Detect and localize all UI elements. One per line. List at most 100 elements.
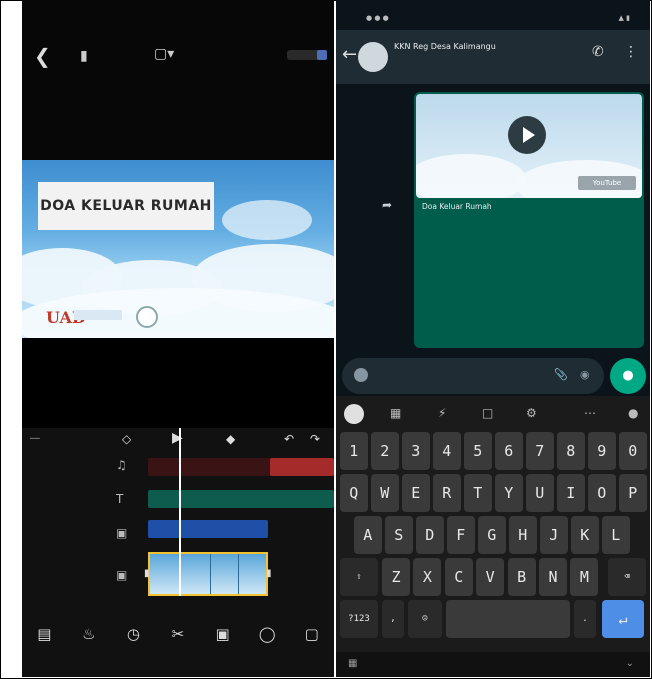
- key-v[interactable]: V: [476, 558, 505, 596]
- symbols-key[interactable]: ?123: [340, 600, 378, 638]
- key-r[interactable]: R: [433, 474, 461, 512]
- status-left: ● ● ●: [366, 14, 389, 22]
- keyframe-icon[interactable]: ◇: [122, 432, 131, 446]
- key-i[interactable]: I: [557, 474, 585, 512]
- tool-button[interactable]: ♨: [69, 624, 109, 644]
- aspect-ratio-icon[interactable]: ▢▾: [154, 46, 174, 62]
- key-y[interactable]: Y: [495, 474, 523, 512]
- emoji-icon[interactable]: [354, 368, 368, 382]
- back-arrow-icon[interactable]: ←: [342, 44, 357, 65]
- link-title[interactable]: Doa Keluar Rumah: [422, 202, 492, 211]
- forward-icon[interactable]: ➦: [382, 198, 392, 212]
- delete-icon: ▢: [304, 625, 319, 643]
- redo-icon[interactable]: ↷: [310, 432, 320, 446]
- back-icon[interactable]: ❮: [34, 44, 51, 68]
- key-9[interactable]: 9: [588, 432, 616, 470]
- youtube-badge: YouTube: [578, 176, 636, 190]
- key-1[interactable]: 1: [340, 432, 368, 470]
- key-d[interactable]: D: [416, 516, 444, 554]
- key-l[interactable]: L: [602, 516, 630, 554]
- audio-clip[interactable]: [270, 458, 334, 476]
- key-k[interactable]: K: [571, 516, 599, 554]
- key-5[interactable]: 5: [464, 432, 492, 470]
- backspace-key[interactable]: ⌫: [608, 558, 646, 596]
- add-call-icon[interactable]: ✆: [592, 44, 604, 60]
- paperclip-icon[interactable]: 📎: [554, 368, 568, 381]
- key-m[interactable]: M: [570, 558, 599, 596]
- key-p[interactable]: P: [619, 474, 647, 512]
- playhead[interactable]: [179, 428, 181, 596]
- shift-key[interactable]: ⇧: [340, 558, 378, 596]
- message-input[interactable]: 📎 ◉: [342, 358, 604, 394]
- more-vertical-icon[interactable]: ⋮: [624, 44, 638, 60]
- key-n[interactable]: N: [539, 558, 567, 596]
- export-button[interactable]: [287, 50, 327, 60]
- key-j[interactable]: J: [540, 516, 568, 554]
- comma-key[interactable]: ,: [382, 600, 404, 638]
- emoji-key[interactable]: ☺: [408, 600, 442, 638]
- hide-keyboard-icon[interactable]: ⌄: [626, 658, 634, 669]
- key-u[interactable]: U: [526, 474, 554, 512]
- voice-input-icon[interactable]: ●: [628, 406, 638, 420]
- camera-icon[interactable]: ◉: [580, 368, 590, 381]
- tool-button[interactable]: ▣: [203, 624, 243, 644]
- video-editor-screen: ❮ ▮ ▢▾ DOA KELUAR RUMAH UAD ── ◇ ▶ ◆ ↶ ↷…: [22, 0, 334, 677]
- space-key[interactable]: [446, 600, 570, 638]
- google-icon[interactable]: [344, 404, 364, 424]
- period-key[interactable]: .: [574, 600, 596, 638]
- text-track-bar[interactable]: [148, 490, 334, 508]
- audio-track-icon[interactable]: ♫: [116, 458, 127, 472]
- text-track-icon[interactable]: T: [116, 492, 123, 506]
- message-bubble[interactable]: YouTube Doa Keluar Rumah: [414, 92, 644, 348]
- key-s[interactable]: S: [385, 516, 413, 554]
- key-6[interactable]: 6: [495, 432, 523, 470]
- sticker-icon[interactable]: ▦: [390, 406, 401, 420]
- group-name[interactable]: KKN Reg Desa Kalimangu: [394, 42, 496, 51]
- key-g[interactable]: G: [478, 516, 506, 554]
- tool-button[interactable]: ▢: [292, 624, 332, 644]
- key-q[interactable]: Q: [340, 474, 368, 512]
- key-3[interactable]: 3: [402, 432, 430, 470]
- tool-button[interactable]: ▤: [24, 624, 64, 644]
- key-8[interactable]: 8: [557, 432, 585, 470]
- play-icon[interactable]: ▶: [172, 430, 183, 446]
- enter-key[interactable]: ↵: [602, 600, 644, 638]
- group-avatar[interactable]: [358, 42, 388, 72]
- video-preview[interactable]: DOA KELUAR RUMAH UAD: [22, 160, 334, 338]
- key-7[interactable]: 7: [526, 432, 554, 470]
- key-h[interactable]: H: [509, 516, 537, 554]
- help-icon[interactable]: ▮: [80, 48, 88, 64]
- clip-trim-left-handle[interactable]: ▮: [144, 568, 150, 579]
- gif-icon[interactable]: ⚡: [438, 406, 446, 420]
- key-a[interactable]: A: [354, 516, 382, 554]
- key-b[interactable]: B: [507, 558, 536, 596]
- tool-button[interactable]: ✂: [158, 624, 198, 644]
- main-track-icon[interactable]: ▣: [116, 568, 127, 582]
- undo-icon[interactable]: ↶: [284, 432, 294, 446]
- key-z[interactable]: Z: [382, 558, 410, 596]
- key-f[interactable]: F: [447, 516, 475, 554]
- video-clip[interactable]: [148, 552, 268, 596]
- microphone-button[interactable]: ●: [610, 358, 646, 394]
- overlay-track-bar[interactable]: [148, 520, 268, 538]
- clip-trim-right-handle[interactable]: ▮: [266, 568, 272, 579]
- overlay-track-icon[interactable]: ▣: [116, 526, 127, 540]
- key-x[interactable]: X: [413, 558, 442, 596]
- key-c[interactable]: C: [444, 558, 473, 596]
- key-0[interactable]: 0: [619, 432, 647, 470]
- settings-icon[interactable]: ⚙: [526, 406, 537, 420]
- more-icon[interactable]: ⋯: [584, 406, 596, 420]
- fullscreen-icon[interactable]: ◆: [226, 432, 235, 446]
- key-t[interactable]: T: [464, 474, 492, 512]
- clipboard-icon[interactable]: □: [482, 406, 493, 420]
- tool-button[interactable]: ◷: [113, 624, 153, 644]
- key-w[interactable]: W: [371, 474, 399, 512]
- key-o[interactable]: O: [588, 474, 616, 512]
- play-icon[interactable]: [508, 116, 546, 154]
- link-preview-thumbnail[interactable]: YouTube: [416, 94, 642, 198]
- key-e[interactable]: E: [402, 474, 430, 512]
- key-2[interactable]: 2: [371, 432, 399, 470]
- keyboard-switch-icon[interactable]: ▦: [348, 658, 357, 669]
- tool-button[interactable]: ◯: [247, 624, 287, 644]
- key-4[interactable]: 4: [433, 432, 461, 470]
